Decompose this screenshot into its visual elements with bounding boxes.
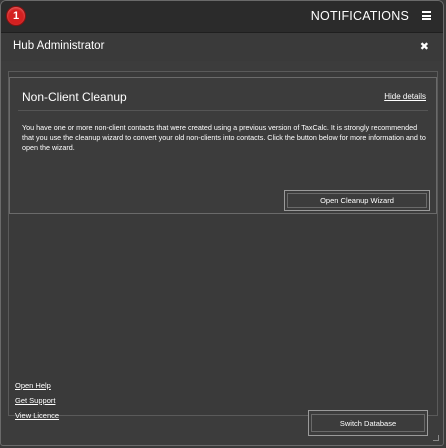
resize-grip-icon[interactable]: [433, 435, 439, 441]
notification-count-badge[interactable]: 1: [6, 6, 26, 26]
view-licence-link[interactable]: View Licence: [15, 409, 59, 422]
hub-header: Hub Administrator ✖: [1, 33, 443, 61]
top-bar: 1 NOTIFICATIONS: [1, 1, 443, 33]
close-icon[interactable]: ✖: [420, 40, 429, 53]
card-divider: [18, 110, 428, 111]
get-support-link[interactable]: Get Support: [15, 394, 59, 407]
switch-database-button[interactable]: Switch Database: [308, 410, 428, 436]
open-cleanup-wizard-button[interactable]: Open Cleanup Wizard: [284, 190, 430, 211]
notifications-window: 1 NOTIFICATIONS Hub Administrator ✖ Non-…: [0, 0, 444, 446]
notification-card: Non-Client Cleanup Hide details You have…: [9, 77, 437, 214]
open-cleanup-wizard-label: Open Cleanup Wizard: [287, 193, 427, 208]
notifications-title: NOTIFICATIONS: [310, 9, 409, 23]
notification-title: Non-Client Cleanup: [22, 90, 127, 104]
notification-body: You have one or more non-client contacts…: [22, 123, 426, 152]
footer-links: Open Help Get Support View Licence: [15, 379, 59, 422]
open-help-link[interactable]: Open Help: [15, 379, 59, 392]
hide-details-link[interactable]: Hide details: [384, 92, 426, 101]
hub-title: Hub Administrator: [13, 40, 105, 52]
switch-database-label: Switch Database: [311, 414, 425, 432]
hamburger-menu-icon[interactable]: [422, 11, 431, 20]
